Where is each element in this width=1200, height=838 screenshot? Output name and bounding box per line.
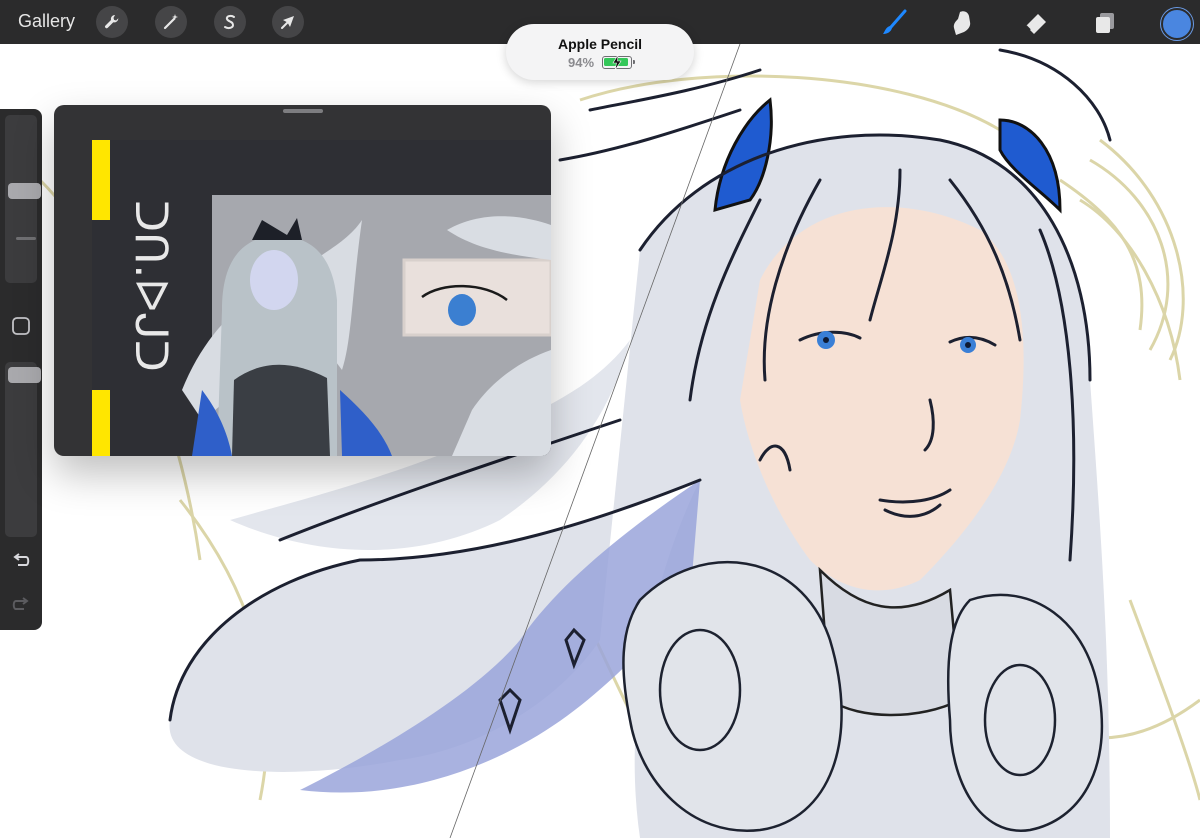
redo-arrow-icon[interactable] xyxy=(10,594,32,616)
reference-drag-handle[interactable] xyxy=(283,109,323,113)
smudge-icon xyxy=(953,11,971,36)
opacity-slider[interactable] xyxy=(5,362,41,537)
selection-s-icon xyxy=(224,14,235,30)
color-picker-button[interactable] xyxy=(1161,8,1193,40)
selection-button[interactable] xyxy=(214,6,246,38)
gallery-button[interactable]: Gallery xyxy=(18,11,75,32)
smudge-button[interactable] xyxy=(946,6,980,40)
undo-arrow-icon[interactable] xyxy=(10,550,32,572)
transform-button[interactable] xyxy=(272,6,304,38)
slider-mark xyxy=(16,237,36,240)
eraser-icon xyxy=(1025,14,1046,34)
reference-vertical-text: ᑐᑎ.ᐅᒍᑐ xyxy=(125,200,172,372)
arrow-cursor-icon xyxy=(281,16,294,29)
wrench-icon xyxy=(105,14,119,29)
opacity-thumb[interactable] xyxy=(8,367,41,383)
reference-image: ᑐᑎ.ᐅᒍᑐ xyxy=(92,140,551,456)
brush-size-thumb[interactable] xyxy=(8,183,41,199)
reference-panel[interactable]: ᑐᑎ.ᐅᒍᑐ xyxy=(54,105,551,456)
left-sidebar xyxy=(0,109,42,630)
magic-wand-icon xyxy=(163,14,178,30)
battery-icon xyxy=(602,55,636,70)
square-icon[interactable] xyxy=(11,316,31,336)
pencil-title: Apple Pencil xyxy=(557,36,643,52)
charging-bolt-icon xyxy=(612,55,622,70)
layers-button[interactable] xyxy=(1088,6,1122,40)
adjustments-button[interactable] xyxy=(155,6,187,38)
eraser-button[interactable] xyxy=(1018,6,1052,40)
brush-button[interactable] xyxy=(877,6,911,40)
layers-icon xyxy=(1096,13,1114,33)
apple-pencil-status: Apple Pencil 94% xyxy=(506,24,694,80)
reference-vertical-text-graphic: ᑐᑎ.ᐅᒍᑐ xyxy=(125,200,172,372)
brush-size-slider[interactable] xyxy=(5,115,41,283)
brush-icon xyxy=(883,9,907,34)
actions-button[interactable] xyxy=(96,6,128,38)
battery-percentage: 94% xyxy=(567,55,595,70)
